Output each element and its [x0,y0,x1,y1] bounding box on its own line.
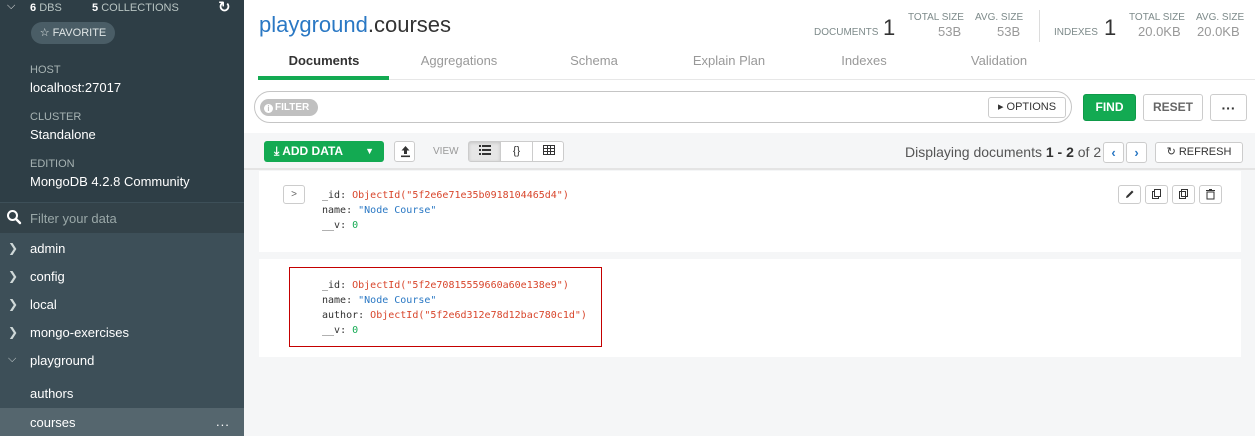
sidebar-db-config[interactable]: ❯ config [0,263,244,291]
collection-more-icon[interactable]: ... [216,414,230,429]
collection-name: .courses [367,12,452,37]
table-view-button[interactable] [533,142,565,161]
document-card[interactable]: > _id: ObjectId("5f2e6e71e35b0918104465d… [259,171,1241,252]
filter-pill: i FILTER [260,99,318,116]
document-field: name: "Node Course" [322,205,437,216]
index-avg-size-label: AVG. SIZE [1196,12,1245,23]
tab-schema[interactable]: Schema [568,53,620,68]
export-button[interactable] [394,141,415,162]
refresh-icon: ↻ [1166,146,1176,158]
tab-validation[interactable]: Validation [968,53,1030,68]
indexes-count: 1 [1104,15,1117,40]
tab-documents[interactable]: Documents [288,53,360,68]
sidebar: ⌵ 6 DBS 5 COLLECTIONS ↻ ☆ FAVORITE HOST … [0,0,244,436]
index-avg-size-value: 20.0KB [1197,24,1240,39]
favorite-button[interactable]: ☆ FAVORITE [31,22,115,44]
chevron-down-icon[interactable]: ⌵ [7,0,15,13]
expand-document-button[interactable]: > [283,185,305,204]
table-icon [543,145,555,155]
sidebar-db-local[interactable]: ❯ local [0,291,244,319]
indexes-label: INDEXES [1054,27,1098,38]
filter-input[interactable] [325,99,975,117]
view-switcher: {} [468,141,564,162]
trash-icon [1206,189,1215,200]
document-field: _id: ObjectId("5f2e6e71e35b0918104465d4"… [322,190,569,201]
list-view-button[interactable] [469,142,501,161]
copy-icon [1152,189,1161,199]
sidebar-db-playground[interactable]: ⌵ playground [0,347,244,375]
avg-size-value: 53B [997,24,1021,39]
caret-down-icon: ▼ [365,146,374,156]
edit-document-button[interactable] [1118,185,1141,204]
document-field: __v: 0 [322,220,359,231]
chevron-right-icon: › [1134,145,1139,160]
json-view-button[interactable]: {} [501,142,533,161]
avg-size-label: AVG. SIZE [975,12,1024,23]
cluster-label: CLUSTER [30,111,82,123]
db-name: playground [259,12,368,37]
collection-count: 5 COLLECTIONS [92,2,179,14]
next-page-button[interactable]: › [1126,142,1147,163]
index-total-size-label: TOTAL SIZE [1129,12,1185,23]
tab-aggregations[interactable]: Aggregations [416,53,502,68]
tab-indexes[interactable]: Indexes [839,53,889,68]
sidebar-filter [0,203,244,233]
stats-divider [1039,10,1040,42]
host-label: HOST [30,64,61,76]
sidebar-collection-courses[interactable]: courses ... [0,408,244,436]
pencil-icon [1126,190,1134,198]
host-value: localhost:27017 [30,80,122,95]
tab-explain-plan[interactable]: Explain Plan [690,53,768,68]
sidebar-db-admin[interactable]: ❯ admin [0,235,244,263]
list-icon [478,145,491,155]
active-tab-indicator [258,76,389,80]
info-icon: i [264,104,273,113]
query-bar: i FILTER ▸ OPTIONS [254,91,1072,123]
pagination-text: Displaying documents 1 - 2 of 2 [905,144,1102,160]
chevron-down-icon: ⌵ [8,353,17,365]
cluster-value: Standalone [30,127,96,142]
search-icon [7,210,22,225]
chevron-right-icon: ❯ [8,325,19,339]
clone-document-button[interactable] [1172,185,1195,204]
clone-icon [1179,189,1188,199]
chevron-right-icon: ❯ [8,269,19,283]
more-options-button[interactable]: ··· [1210,94,1247,121]
chevron-left-icon: ‹ [1111,145,1116,160]
reload-icon[interactable]: ↻ [218,0,231,16]
page-title: playground.courses [259,12,451,38]
instance-info: HOST localhost:27017 CLUSTER Standalone … [0,52,244,202]
highlight-annotation [289,267,602,347]
add-data-button[interactable]: ⤓ ADD DATA ▼ [264,141,384,162]
options-button[interactable]: ▸ OPTIONS [988,97,1066,118]
documents-count: 1 [883,15,896,40]
braces-icon: {} [512,145,521,157]
download-icon: ⤓ [274,144,280,158]
sidebar-db-mongo-exercises[interactable]: ❯ mongo-exercises [0,319,244,347]
documents-toolbar: ⤓ ADD DATA ▼ VIEW {} Displaying document… [244,133,1255,170]
chevron-right-icon: ❯ [8,241,19,255]
find-button[interactable]: FIND [1083,94,1136,121]
total-size-label: TOTAL SIZE [908,12,964,23]
db-count: 6 DBS [30,2,62,14]
chevron-right-icon: > [291,189,297,200]
copy-document-button[interactable] [1145,185,1168,204]
previous-page-button[interactable]: ‹ [1103,142,1124,163]
index-total-size-value: 20.0KB [1138,24,1181,39]
documents-label: DOCUMENTS [814,27,879,38]
chevron-right-icon: ❯ [8,297,19,311]
reset-button[interactable]: RESET [1143,94,1203,121]
total-size-value: 53B [938,24,962,39]
refresh-button[interactable]: ↻ REFRESH [1155,142,1243,163]
delete-document-button[interactable] [1199,185,1222,204]
sidebar-stats-bar: ⌵ 6 DBS 5 COLLECTIONS ↻ ☆ FAVORITE [0,0,244,52]
filter-data-input[interactable] [30,209,230,227]
sidebar-collection-authors[interactable]: authors [0,379,244,407]
edition-label: EDITION [30,158,75,170]
upload-icon [401,146,410,158]
collection-tabs: Documents Aggregations Schema Explain Pl… [258,48,1255,80]
view-label: VIEW [433,146,459,157]
edition-value: MongoDB 4.2.8 Community [30,174,190,189]
